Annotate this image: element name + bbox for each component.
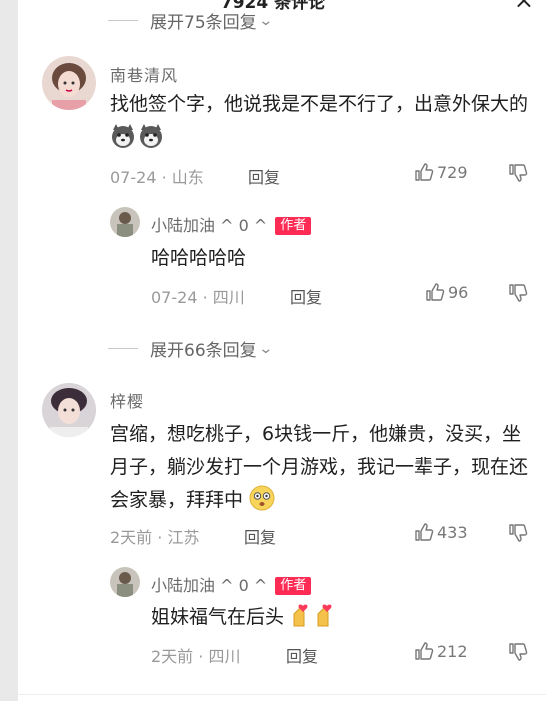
like-count: 212 <box>437 641 468 661</box>
dislike-button[interactable] <box>508 163 528 187</box>
reply-username-text: 小陆加油 ^ 0 ^ <box>151 576 268 595</box>
like-button[interactable]: 729 <box>414 162 468 182</box>
reply-body: 姐妹福气在后头 <box>151 606 285 628</box>
reply-button[interactable]: 回复 <box>290 284 322 308</box>
comment-body: 宫缩，想吃桃子，6块钱一斤，他嫌贵，没买，坐月子，躺沙发打一个月游戏，我记一辈子… <box>110 423 529 511</box>
like-button[interactable]: 96 <box>425 282 468 302</box>
thumbs-down-icon <box>509 164 528 182</box>
comment-count-title: 7924 条评论 <box>220 0 326 13</box>
comment-date: 07-24 <box>110 168 157 187</box>
thumbs-up-icon <box>426 283 445 301</box>
reply-avatar[interactable] <box>110 567 140 597</box>
comment-username[interactable]: 南巷清风 <box>110 62 178 86</box>
reply-text: 哈哈哈哈哈 <box>151 247 247 269</box>
reply-date: 07-24 <box>151 288 198 307</box>
expand-replies-button[interactable]: 展开66条回复 ⌄ <box>108 336 274 361</box>
dislike-button[interactable] <box>508 283 528 307</box>
expand-replies-label: 展开75条回复 <box>150 13 257 33</box>
thumbs-up-icon <box>415 642 434 660</box>
reply-username-text: 小陆加油 ^ 0 ^ <box>151 216 268 235</box>
author-badge: 作者 <box>275 217 312 235</box>
close-icon[interactable]: × <box>514 0 534 14</box>
comment-meta: 2天前 · 江苏 <box>110 528 200 547</box>
like-count: 96 <box>448 282 469 302</box>
dislike-button[interactable] <box>508 642 528 666</box>
thumbs-up-icon <box>415 163 434 181</box>
reply-username[interactable]: 小陆加油 ^ 0 ^ 作者 <box>151 572 312 596</box>
dizzy-face-emoji-icon <box>249 485 275 522</box>
reply-button[interactable]: 回复 <box>248 164 280 188</box>
dislike-button[interactable] <box>508 523 528 547</box>
like-count: 729 <box>437 162 468 182</box>
comment-panel: 7924 条评论 × 展开75条回复 ⌄ 南巷清风 找他签个字，他说我是不是不行… <box>18 0 546 701</box>
comment-location: 江苏 <box>167 528 200 547</box>
comment-meta: 07-24 · 山东 <box>110 168 204 187</box>
reply-location: 四川 <box>212 288 245 307</box>
reply-text: 姐妹福气在后头 <box>151 601 338 639</box>
chevron-down-icon: ⌄ <box>257 12 274 29</box>
comment-date: 2天前 <box>110 528 153 547</box>
avatar[interactable] <box>42 56 96 110</box>
expand-replies-label: 展开66条回复 <box>150 341 257 361</box>
like-button[interactable]: 433 <box>414 522 468 542</box>
comment-text: 找他签个字，他说我是不是不行了，出意外保大的 <box>110 88 530 159</box>
expand-replies-button[interactable]: 展开75条回复 ⌄ <box>108 8 274 33</box>
comment-body: 找他签个字，他说我是不是不行了，出意外保大的 <box>110 93 529 115</box>
thumbs-down-icon <box>509 284 528 302</box>
reply-button[interactable]: 回复 <box>286 643 318 667</box>
reply-username[interactable]: 小陆加油 ^ 0 ^ 作者 <box>151 212 312 236</box>
comment-username[interactable]: 梓樱 <box>110 388 144 412</box>
comment-text: 宫缩，想吃桃子，6块钱一斤，他嫌贵，没买，坐月子，躺沙发打一个月游戏，我记一辈子… <box>110 418 540 522</box>
thumbs-down-icon <box>509 643 528 661</box>
divider <box>18 694 546 695</box>
comment-location: 山东 <box>171 168 204 187</box>
like-button[interactable]: 212 <box>414 641 468 661</box>
avatar[interactable] <box>42 383 96 437</box>
thumbs-down-icon <box>509 524 528 542</box>
reply-avatar[interactable] <box>110 207 140 237</box>
finger-heart-emoji-icon <box>290 602 338 639</box>
chevron-down-icon: ⌄ <box>257 340 274 357</box>
author-badge: 作者 <box>275 577 312 595</box>
reply-meta: 07-24 · 四川 <box>151 288 245 307</box>
divider <box>108 348 138 349</box>
divider <box>108 20 138 21</box>
reply-date: 2天前 <box>151 647 194 666</box>
reply-button[interactable]: 回复 <box>244 524 276 548</box>
reply-meta: 2天前 · 四川 <box>151 647 241 666</box>
thumbs-up-icon <box>415 523 434 541</box>
like-count: 433 <box>437 522 468 542</box>
reply-location: 四川 <box>208 647 241 666</box>
husky-emoji-icon <box>110 124 164 159</box>
